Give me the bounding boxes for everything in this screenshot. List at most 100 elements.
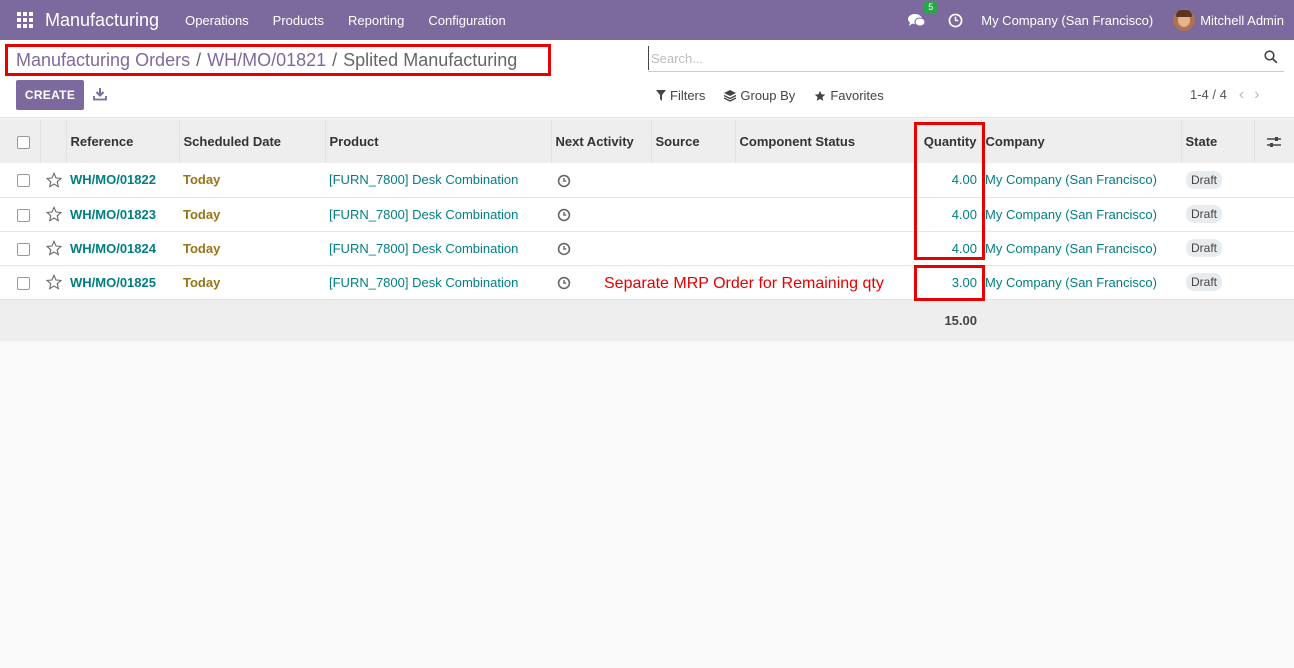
apps-menu-icon[interactable]	[17, 12, 33, 28]
search-options: Filters Group By Favorites	[656, 88, 903, 103]
company-switcher[interactable]: My Company (San Francisco)	[981, 13, 1153, 28]
star-outline-icon[interactable]	[46, 274, 62, 291]
search-icon[interactable]	[1264, 50, 1278, 64]
star-outline-icon[interactable]	[46, 206, 62, 223]
status-badge: Draft	[1186, 239, 1223, 257]
table-header: Reference Scheduled Date Product Next Ac…	[0, 119, 1294, 163]
company-cell[interactable]: My Company (San Francisco)	[981, 163, 1181, 197]
row-checkbox[interactable]	[17, 174, 30, 188]
reference-cell[interactable]: WH/MO/01824	[66, 231, 179, 265]
pager-next-button[interactable]: ›	[1254, 86, 1259, 102]
filters-label: Filters	[670, 88, 706, 103]
column-reference[interactable]: Reference	[66, 119, 180, 163]
group-by-dropdown[interactable]: Group By	[724, 88, 795, 103]
activities-button[interactable]	[948, 13, 963, 28]
status-badge: Draft	[1186, 205, 1223, 223]
next-activity-cell	[551, 231, 651, 265]
row-favorite-cell	[40, 265, 66, 299]
reference-cell[interactable]: WH/MO/01822	[66, 163, 179, 197]
activity-clock-icon[interactable]	[557, 208, 571, 222]
source-cell	[651, 163, 735, 197]
table-row[interactable]: WH/MO/01823 Today [FURN_7800] Desk Combi…	[0, 197, 1294, 231]
column-component-status[interactable]: Component Status	[735, 119, 874, 163]
breadcrumb-manufacturing-orders[interactable]: Manufacturing Orders	[16, 50, 190, 71]
clock-icon	[948, 13, 963, 27]
row-checkbox[interactable]	[17, 208, 30, 222]
download-icon[interactable]	[93, 87, 107, 101]
star-icon	[815, 90, 826, 101]
breadcrumb: Manufacturing Orders / WH/MO/01821 / Spl…	[5, 44, 551, 76]
pager-previous-button[interactable]: ‹	[1239, 86, 1244, 102]
next-activity-cell	[551, 163, 651, 197]
state-cell: Draft	[1181, 163, 1254, 197]
component-status-cell	[735, 231, 874, 265]
sliders-icon[interactable]	[1266, 136, 1281, 148]
breadcrumb-parent-order[interactable]: WH/MO/01821	[207, 50, 326, 71]
filter-icon	[656, 90, 666, 101]
breadcrumb-separator: /	[196, 49, 202, 70]
pager: 1-4 / 4 ‹ ›	[1190, 86, 1270, 102]
activity-clock-icon[interactable]	[557, 174, 571, 188]
column-company[interactable]: Company	[981, 119, 1182, 163]
filters-dropdown[interactable]: Filters	[656, 88, 705, 103]
menu-products[interactable]: Products	[261, 13, 336, 28]
user-menu[interactable]: Mitchell Admin	[1173, 9, 1284, 31]
reference-cell[interactable]: WH/MO/01825	[66, 265, 179, 299]
row-checkbox[interactable]	[17, 242, 30, 256]
column-state[interactable]: State	[1181, 119, 1255, 163]
control-panel: Manufacturing Orders / WH/MO/01821 / Spl…	[0, 40, 1294, 118]
breadcrumb-separator: /	[332, 49, 338, 70]
column-scheduled-date[interactable]: Scheduled Date	[179, 119, 326, 163]
row-checkbox[interactable]	[17, 276, 30, 290]
column-next-activity[interactable]: Next Activity	[551, 119, 652, 163]
app-name[interactable]: Manufacturing	[45, 10, 159, 31]
product-cell[interactable]: [FURN_7800] Desk Combination	[325, 197, 551, 231]
menu-operations[interactable]: Operations	[173, 13, 261, 28]
messages-button[interactable]: 5	[908, 0, 938, 28]
company-cell[interactable]: My Company (San Francisco)	[981, 231, 1181, 265]
table-row[interactable]: WH/MO/01822 Today [FURN_7800] Desk Combi…	[0, 163, 1294, 197]
chat-icon	[908, 13, 926, 26]
star-outline-icon[interactable]	[46, 240, 62, 257]
status-badge: Draft	[1186, 170, 1223, 189]
favorites-dropdown[interactable]: Favorites	[814, 88, 884, 103]
scheduled-date-cell: Today	[183, 206, 221, 222]
company-cell[interactable]: My Company (San Francisco)	[981, 265, 1181, 299]
product-cell[interactable]: [FURN_7800] Desk Combination	[325, 231, 551, 265]
activity-clock-icon[interactable]	[557, 242, 571, 256]
avatar	[1173, 9, 1196, 31]
product-cell[interactable]: [FURN_7800] Desk Combination	[325, 163, 551, 197]
pager-value[interactable]: 1-4 / 4	[1190, 87, 1227, 102]
activity-clock-icon[interactable]	[557, 276, 571, 290]
select-all-checkbox[interactable]	[17, 135, 30, 149]
scheduled-date-cell: Today	[183, 240, 221, 256]
company-cell[interactable]: My Company (San Francisco)	[981, 197, 1181, 231]
row-favorite-cell	[40, 231, 66, 265]
row-select-cell	[0, 265, 40, 299]
column-source[interactable]: Source	[651, 119, 736, 163]
favorites-label: Favorites	[830, 88, 884, 103]
search-bar	[648, 46, 1284, 72]
next-activity-cell	[551, 197, 651, 231]
layers-icon	[724, 89, 737, 102]
row-favorite-cell	[40, 197, 66, 231]
menu-reporting[interactable]: Reporting	[336, 13, 416, 28]
table-footer: 15.00	[0, 299, 1294, 341]
state-cell: Draft	[1181, 231, 1254, 265]
table-row[interactable]: WH/MO/01824 Today [FURN_7800] Desk Combi…	[0, 231, 1294, 265]
reference-cell[interactable]: WH/MO/01823	[66, 197, 179, 231]
annotation-text: Separate MRP Order for Remaining qty	[604, 275, 884, 292]
search-input[interactable]	[648, 46, 1248, 70]
menu-configuration[interactable]: Configuration	[416, 13, 517, 28]
manufacturing-orders-list: Reference Scheduled Date Product Next Ac…	[0, 119, 1294, 341]
state-cell: Draft	[1181, 265, 1254, 299]
quantity-highlight-box	[914, 122, 985, 260]
component-status-cell	[735, 163, 874, 197]
star-outline-icon[interactable]	[46, 172, 62, 188]
optional-columns-cell	[1254, 119, 1294, 163]
column-product[interactable]: Product	[325, 119, 552, 163]
product-cell[interactable]: [FURN_7800] Desk Combination	[325, 265, 551, 299]
create-button[interactable]: CREATE	[16, 80, 84, 110]
user-name: Mitchell Admin	[1200, 12, 1284, 28]
breadcrumb-current: Splited Manufacturing	[343, 49, 518, 70]
